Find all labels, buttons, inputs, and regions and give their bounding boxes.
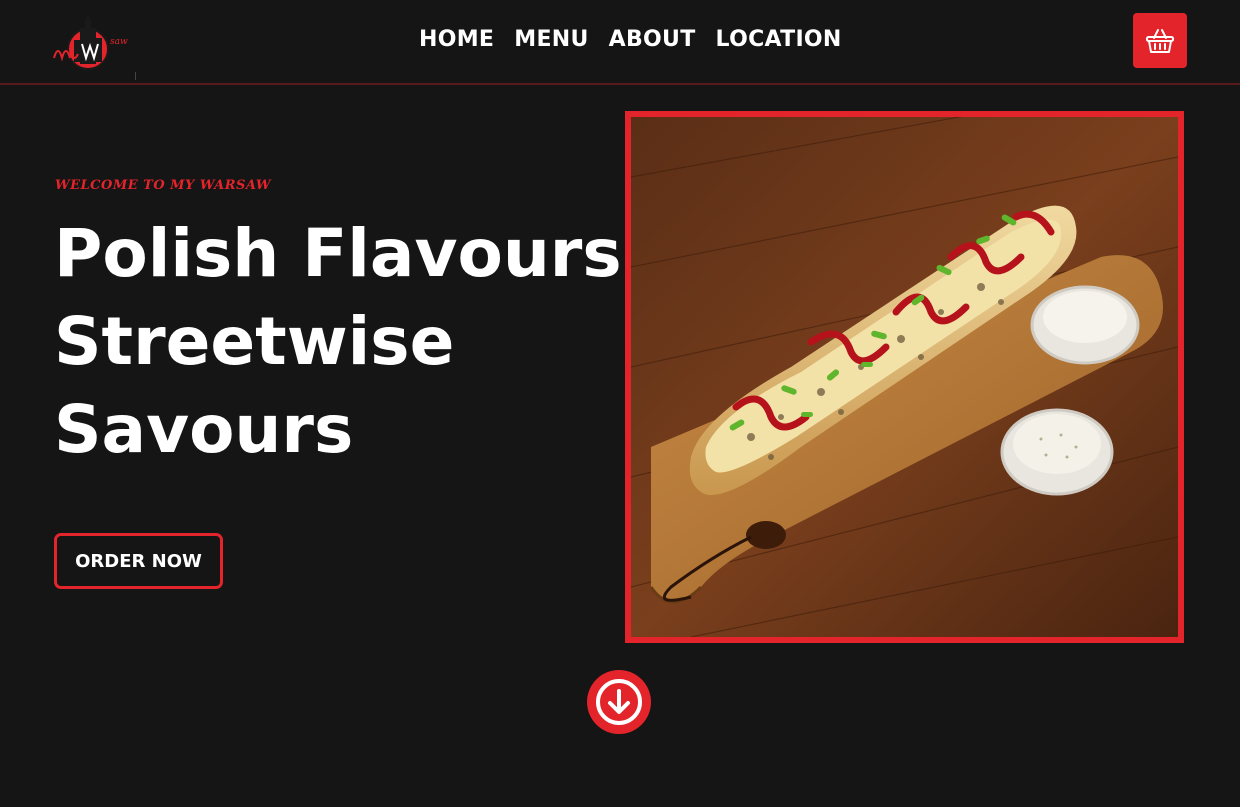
cart-button[interactable] — [1133, 13, 1187, 68]
headline-line-3: Savours — [54, 391, 354, 468]
headline-line-2: Streetwise — [54, 303, 455, 380]
scroll-down-button[interactable] — [587, 670, 651, 734]
logo-divider — [135, 72, 142, 80]
nav-about[interactable]: ABOUT — [609, 26, 696, 54]
nav-menu[interactable]: MENU — [514, 26, 588, 54]
nav-location[interactable]: LOCATION — [716, 26, 842, 54]
hero-eyebrow: WELCOME TO MY WARSAW — [55, 178, 271, 193]
hero-headline: Polish Flavours Streetwise Savours — [54, 210, 634, 474]
arrow-down-circle-icon — [596, 679, 642, 725]
hero-image — [625, 111, 1184, 643]
main-nav: HOME MENU ABOUT LOCATION — [419, 26, 842, 54]
logo[interactable]: saw — [52, 14, 142, 76]
page: saw HOME MENU ABOUT LOCATION WELCOME TO … — [0, 0, 1240, 807]
site-header: saw HOME MENU ABOUT LOCATION — [0, 0, 1240, 85]
headline-line-1: Polish Flavours — [54, 215, 622, 292]
basket-icon — [1146, 28, 1174, 53]
order-now-button[interactable]: ORDER NOW — [54, 533, 223, 589]
svg-text:saw: saw — [110, 37, 128, 47]
nav-home[interactable]: HOME — [419, 26, 494, 54]
